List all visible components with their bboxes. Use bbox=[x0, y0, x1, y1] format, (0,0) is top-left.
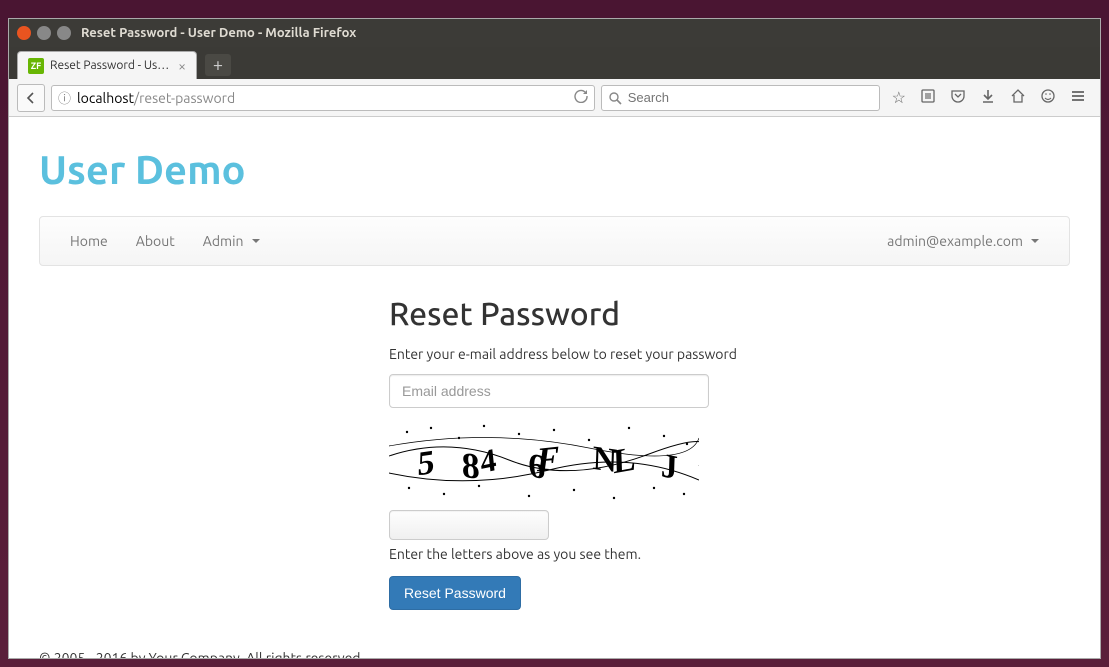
svg-text:L: L bbox=[613, 440, 637, 481]
tab-title: Reset Password - Us… bbox=[50, 59, 169, 72]
tab-strip: ZF Reset Password - Us… × + bbox=[9, 47, 1100, 79]
url-text: localhost/reset-password bbox=[77, 90, 568, 106]
captcha-svg: 5 8 4 6 F N L J bbox=[389, 418, 699, 504]
chevron-down-icon bbox=[1031, 239, 1039, 243]
site-info-icon[interactable]: ⓘ bbox=[58, 88, 71, 107]
browser-tab[interactable]: ZF Reset Password - Us… × bbox=[17, 51, 197, 79]
reset-password-button[interactable]: Reset Password bbox=[389, 576, 521, 610]
tab-favicon: ZF bbox=[28, 58, 44, 74]
form-intro: Enter your e-mail address below to reset… bbox=[389, 346, 1070, 362]
downloads-icon[interactable] bbox=[980, 88, 996, 108]
captcha-field[interactable] bbox=[389, 510, 549, 540]
nav-left: Home About Admin bbox=[56, 217, 274, 265]
nav-label: Home bbox=[70, 233, 108, 249]
page-viewport: User Demo Home About Admin bbox=[9, 117, 1100, 658]
navbar: Home About Admin admin@example.com bbox=[39, 216, 1070, 266]
browser-window: Reset Password - User Demo - Mozilla Fir… bbox=[8, 18, 1101, 659]
back-button[interactable] bbox=[17, 84, 45, 112]
site-title: User Demo bbox=[39, 147, 1070, 192]
nav-item-home[interactable]: Home bbox=[56, 217, 122, 265]
search-input[interactable] bbox=[628, 90, 873, 105]
smiley-icon[interactable] bbox=[1040, 88, 1056, 108]
svg-text:5: 5 bbox=[417, 443, 435, 484]
captcha-help-text: Enter the letters above as you see them. bbox=[389, 546, 1070, 562]
arrow-left-icon bbox=[24, 91, 38, 105]
nav-user-menu[interactable]: admin@example.com bbox=[873, 217, 1053, 265]
nav-label: Admin bbox=[203, 233, 244, 249]
nav-label: About bbox=[136, 233, 175, 249]
svg-text:F: F bbox=[535, 439, 561, 479]
toolbar: ⓘ localhost/reset-password ☆ bbox=[9, 79, 1100, 117]
reload-icon bbox=[574, 89, 588, 103]
url-host: localhost bbox=[77, 90, 134, 106]
svg-text:8: 8 bbox=[461, 445, 480, 487]
svg-text:4: 4 bbox=[478, 441, 497, 480]
window-maximize-button[interactable] bbox=[57, 26, 71, 40]
nav-user-label: admin@example.com bbox=[887, 233, 1023, 249]
url-path: /reset-password bbox=[134, 90, 235, 106]
reading-list-icon[interactable] bbox=[920, 88, 936, 108]
email-field[interactable] bbox=[389, 374, 709, 408]
window-title: Reset Password - User Demo - Mozilla Fir… bbox=[81, 26, 356, 40]
bookmark-star-icon[interactable]: ☆ bbox=[892, 88, 906, 108]
toolbar-icons: ☆ bbox=[886, 88, 1092, 108]
nav-item-admin[interactable]: Admin bbox=[189, 217, 274, 265]
reset-password-form: Reset Password Enter your e-mail address… bbox=[389, 296, 1070, 610]
search-bar[interactable] bbox=[601, 85, 880, 111]
page-heading: Reset Password bbox=[389, 296, 1070, 332]
captcha-image: 5 8 4 6 F N L J bbox=[389, 418, 699, 504]
desktop: Reset Password - User Demo - Mozilla Fir… bbox=[0, 0, 1109, 667]
home-icon[interactable] bbox=[1010, 88, 1026, 108]
nav-item-about[interactable]: About bbox=[122, 217, 189, 265]
nav-right: admin@example.com bbox=[873, 217, 1053, 265]
window-close-button[interactable] bbox=[17, 26, 31, 40]
reload-button[interactable] bbox=[574, 89, 588, 106]
window-controls bbox=[17, 26, 71, 40]
window-titlebar: Reset Password - User Demo - Mozilla Fir… bbox=[9, 19, 1100, 47]
svg-text:J: J bbox=[660, 446, 678, 488]
pocket-icon[interactable] bbox=[950, 88, 966, 108]
window-minimize-button[interactable] bbox=[37, 26, 51, 40]
search-icon bbox=[608, 91, 622, 105]
tab-close-button[interactable]: × bbox=[178, 58, 186, 74]
menu-icon[interactable] bbox=[1070, 88, 1086, 108]
chevron-down-icon bbox=[252, 239, 260, 243]
page-footer: © 2005 - 2016 by Your Company. All right… bbox=[9, 630, 1100, 658]
url-bar[interactable]: ⓘ localhost/reset-password bbox=[51, 85, 595, 111]
new-tab-button[interactable]: + bbox=[205, 54, 231, 76]
